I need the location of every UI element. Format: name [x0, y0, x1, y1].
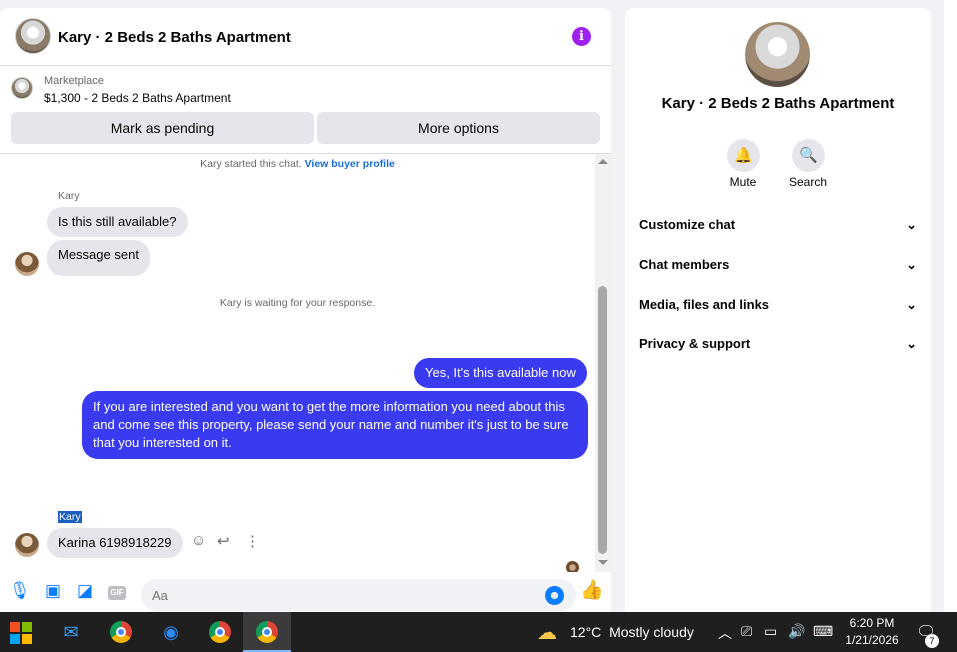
more-icon[interactable]: ⋮: [245, 532, 260, 550]
emoji-icon[interactable]: ☻: [545, 586, 564, 605]
listing-avatar[interactable]: [745, 22, 810, 87]
search-button[interactable]: 🔍: [792, 139, 825, 172]
scroll-down-arrow[interactable]: [598, 560, 608, 565]
chat-avatar[interactable]: [15, 18, 51, 54]
chrome-icon[interactable]: [97, 612, 145, 652]
outgoing-message[interactable]: Yes, It's this available now: [414, 358, 587, 388]
sender-avatar[interactable]: [15, 252, 39, 276]
mark-as-pending-button[interactable]: Mark as pending: [11, 112, 314, 144]
chevron-down-icon: ⌄: [906, 336, 917, 351]
camera-icon[interactable]: ⎚: [741, 623, 752, 640]
message-input[interactable]: [141, 579, 576, 611]
taskbar: ✉ ◉ ☁ 12°C Mostly cloudy ︿ ⎚ ▭ 🔊 ⌨ 6:20 …: [0, 612, 957, 652]
listing-thumbnail[interactable]: [11, 77, 33, 99]
reply-icon[interactable]: ↩: [217, 532, 230, 550]
view-buyer-profile-link[interactable]: View buyer profile: [305, 158, 395, 170]
incoming-message[interactable]: Message sent: [47, 240, 150, 276]
temperature: 12°C: [570, 624, 602, 640]
info-icon[interactable]: i: [572, 27, 591, 46]
chevron-up-icon[interactable]: ︿: [718, 623, 732, 643]
chat-header: Kary · 2 Beds 2 Baths Apartment i: [0, 8, 611, 66]
section-label: Chat members: [639, 257, 730, 272]
network-icon[interactable]: ▭: [764, 623, 777, 640]
sender-avatar[interactable]: [15, 533, 39, 557]
more-options-button[interactable]: More options: [317, 112, 600, 144]
section-media-files-links[interactable]: Media, files and links ⌄: [639, 293, 917, 317]
photo-icon[interactable]: ▣: [43, 581, 63, 601]
weather-icon[interactable]: ☁: [537, 620, 557, 645]
sender-name: Kary: [58, 511, 82, 523]
page-scrollbar[interactable]: [944, 0, 957, 612]
sticker-icon[interactable]: ◪: [75, 581, 95, 601]
chat-title[interactable]: Kary · 2 Beds 2 Baths Apartment: [58, 29, 291, 46]
chat-started-text: Kary started this chat.: [200, 158, 302, 170]
section-label: Customize chat: [639, 217, 736, 232]
section-chat-members[interactable]: Chat members ⌄: [639, 253, 917, 277]
weather-text: Mostly cloudy: [609, 624, 694, 640]
message-composer: 🎙 ▣ ◪ GIF ☻ 👍: [0, 572, 611, 612]
bell-icon: 🔔: [734, 147, 753, 164]
search-icon: 🔍: [799, 147, 818, 164]
start-button[interactable]: [0, 612, 48, 652]
scroll-thumb[interactable]: [598, 286, 607, 554]
waiting-notice: Kary is waiting for your response.: [219, 297, 376, 309]
section-privacy-support[interactable]: Privacy & support ⌄: [639, 332, 917, 356]
edge-icon[interactable]: ◉: [147, 612, 195, 652]
clock-time[interactable]: 6:20 PM: [840, 616, 904, 630]
section-label: Privacy & support: [639, 336, 751, 351]
gif-icon[interactable]: GIF: [108, 586, 126, 600]
volume-icon[interactable]: 🔊: [788, 623, 805, 640]
chevron-down-icon: ⌄: [906, 217, 917, 232]
keyboard-icon[interactable]: ⌨: [813, 623, 833, 640]
info-title: Kary · 2 Beds 2 Baths Apartment: [661, 95, 895, 112]
incoming-message[interactable]: Karina 6198918229: [47, 528, 183, 558]
microphone-icon[interactable]: 🎙: [9, 581, 31, 601]
marketplace-label: Marketplace: [44, 75, 104, 87]
mute-label: Mute: [729, 175, 757, 189]
smiley-icon[interactable]: ☺: [191, 532, 206, 549]
weather-widget[interactable]: 12°C Mostly cloudy: [570, 624, 694, 640]
chat-started-notice: Kary started this chat. View buyer profi…: [0, 158, 595, 170]
outgoing-message[interactable]: If you are interested and you want to ge…: [82, 391, 588, 459]
chat-info-panel: Kary · 2 Beds 2 Baths Apartment 🔔 Mute 🔍…: [625, 8, 931, 612]
scroll-up-arrow[interactable]: [598, 159, 608, 164]
message-scrollbar[interactable]: [595, 154, 611, 572]
clock-date[interactable]: 1/21/2026: [840, 633, 904, 647]
marketplace-bar: Marketplace $1,300 - 2 Beds 2 Baths Apar…: [0, 66, 611, 154]
section-label: Media, files and links: [639, 297, 770, 312]
mail-icon[interactable]: ✉: [47, 612, 95, 652]
thumbs-up-icon[interactable]: 👍: [580, 581, 604, 601]
mute-button[interactable]: 🔔: [727, 139, 760, 172]
chat-panel: Kary · 2 Beds 2 Baths Apartment i Market…: [0, 8, 611, 612]
chevron-down-icon: ⌄: [906, 297, 917, 312]
chrome-icon[interactable]: [243, 612, 291, 652]
notification-count: 7: [925, 634, 939, 648]
message-list: Kary started this chat. View buyer profi…: [0, 154, 595, 572]
incoming-message[interactable]: Is this still available?: [47, 207, 188, 237]
sender-name: Kary: [58, 190, 80, 202]
listing-title[interactable]: $1,300 - 2 Beds 2 Baths Apartment: [44, 91, 231, 105]
search-label: Search: [788, 175, 828, 189]
windows-icon: [10, 622, 32, 644]
section-customize-chat[interactable]: Customize chat ⌄: [639, 213, 917, 237]
chrome-icon[interactable]: [196, 612, 244, 652]
seen-indicator-avatar: [566, 561, 579, 572]
chevron-down-icon: ⌄: [906, 257, 917, 272]
